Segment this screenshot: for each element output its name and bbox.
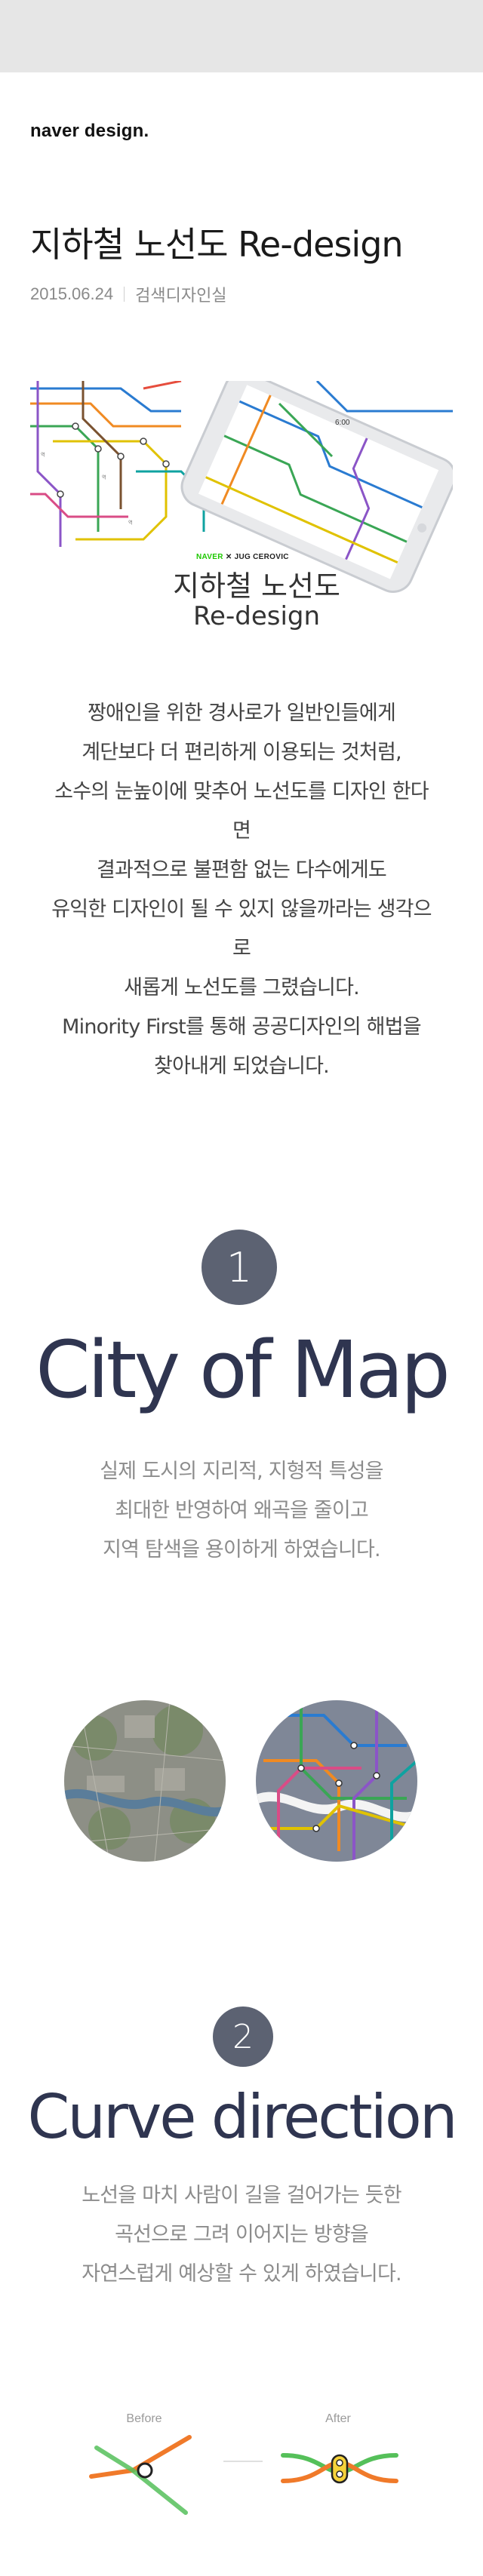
svg-text:역: 역 [102,474,106,481]
intro-line: 짱애인을 위한 경사로가 일반인들에게 [88,702,396,725]
before-line-diagram [89,2435,192,2515]
before-after-divider [223,2461,263,2462]
intro-line: 새롭게 노선도를 그렸습니다. [124,976,360,999]
article-date: 2015.06.24 [30,284,114,303]
section-number-badge: 2 [213,2006,273,2067]
intro-paragraph: 짱애인을 위한 경사로가 일반인들에게 계단보다 더 편리하게 이용되는 것처럼… [30,694,453,1086]
top-bar [0,0,483,72]
svg-text:역: 역 [41,452,45,458]
description-line: 지역 탐색을 용이하게 하였습니다. [103,1538,381,1561]
intro-line: Minority First를 통해 공공디자인의 해법을 [62,1015,421,1039]
article-meta: 2015.06.24 검색디자인실 [30,282,227,306]
description-line: 실제 도시의 지리적, 지형적 특성을 [100,1460,383,1483]
hero-image: 역역역 6:00 NAVER ✕ JUG CEROVIC 지하철 노선도 Re-… [30,381,453,634]
section-description: 노선을 마치 사람이 길을 걸어가는 듯한 곡선으로 그려 이어지는 방향을 자… [30,2176,453,2294]
section-title: City of Map [35,1324,451,1416]
intro-line: 결과적으로 불편함 없는 다수에게도 [97,858,387,882]
hero-collab-badge: NAVER ✕ JUG CEROVIC [196,553,289,561]
intro-line: 면 [232,819,251,843]
meta-divider [124,287,125,302]
map-satellite-image [64,1700,226,1862]
description-line: 최대한 반영하여 왜곡을 줄이고 [115,1499,369,1522]
intro-line: 찾아내게 되었습니다. [154,1055,330,1078]
article-title: 지하철 노선도 Re-design [30,224,404,265]
section-description: 실제 도시의 지리적, 지형적 특성을 최대한 반영하여 왜곡을 줄이고 지역 … [30,1452,453,1570]
map-subway-overlay-image [256,1700,417,1862]
before-label: Before [126,2412,162,2425]
intro-line: 유익한 디자인이 될 수 있지 않을까라는 생각으 [51,898,432,921]
article-category[interactable]: 검색디자인실 [135,282,226,306]
intro-line: 소수의 눈높이에 맞추어 노선도를 디자인 한다 [54,780,429,803]
svg-text:역: 역 [128,520,133,526]
intro-line: 로 [232,937,251,960]
brand-logo[interactable]: naver design. [30,121,149,142]
hero-title-line1: 지하철 노선도 [173,570,340,603]
section-title: Curve direction [27,2082,457,2152]
intro-line: 계단보다 더 편리하게 이용되는 것처럼, [82,741,401,764]
section-number-badge: 1 [202,1230,277,1305]
description-line: 노선을 마치 사람이 길을 걸어가는 듯한 [82,2184,401,2207]
description-line: 곡선으로 그려 이어지는 방향을 [115,2223,369,2246]
after-label: After [325,2412,351,2425]
description-line: 자연스럽게 예상할 수 있게 하였습니다. [82,2262,401,2286]
hero-title-line2: Re-design [192,601,321,631]
svg-text:6:00: 6:00 [335,419,350,427]
after-line-diagram [281,2453,398,2484]
